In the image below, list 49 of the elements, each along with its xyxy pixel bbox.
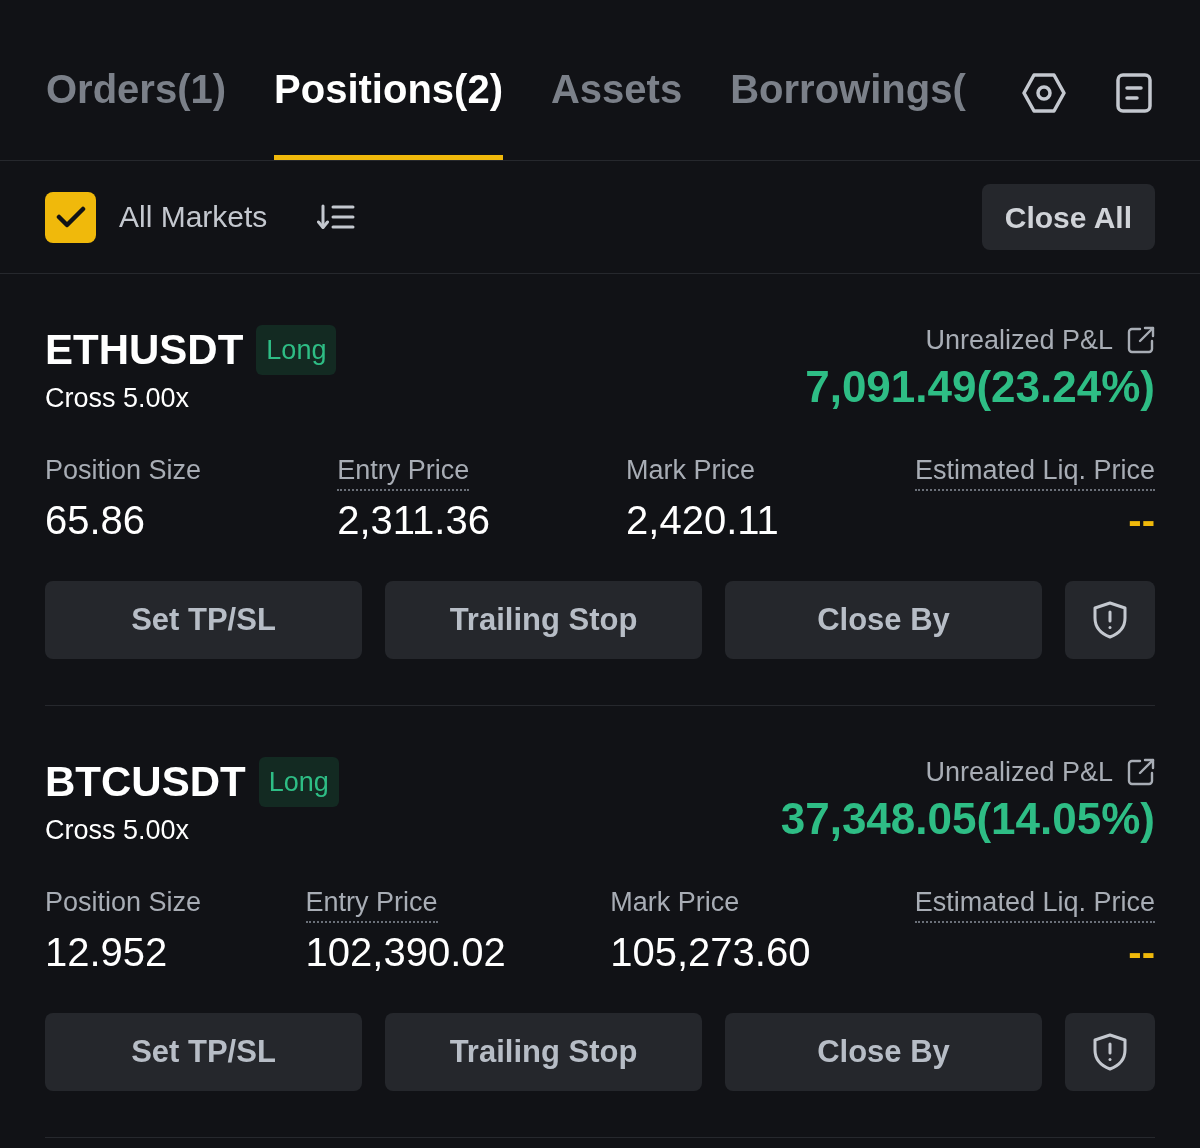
symbol: BTCUSDT: [45, 757, 246, 807]
checkbox[interactable]: [45, 191, 96, 243]
stat-label[interactable]: Entry Price: [305, 886, 438, 923]
shield-button[interactable]: [1065, 581, 1155, 659]
shield-button[interactable]: [1065, 1013, 1155, 1091]
pnl-value: 37,348.05(14.05%): [780, 794, 1155, 844]
stat-label: Position Size: [45, 886, 202, 919]
pnl-label: Unrealized P&L: [925, 324, 1113, 356]
stat-label: Position Size: [45, 454, 202, 487]
action-button[interactable]: Set TP/SL: [45, 581, 362, 659]
stat-value: 12.952: [45, 929, 168, 975]
stat-value: 102,390.02: [305, 929, 506, 975]
stat-value: 65.86: [45, 497, 146, 543]
margin-mode: Cross 5.00x: [45, 382, 190, 414]
stat-label: Mark Price: [626, 454, 756, 487]
stat-label[interactable]: Estimated Liq. Price: [914, 454, 1155, 491]
side-badge: Long: [258, 757, 339, 807]
external-link-icon[interactable]: [1127, 758, 1155, 786]
all-markets-label[interactable]: All Markets: [119, 199, 268, 235]
tab[interactable]: Assets: [550, 0, 683, 160]
shield-alert-icon: [1092, 1033, 1128, 1071]
stat-value: 2,420.11: [626, 497, 779, 543]
close-all-button[interactable]: Close All: [981, 184, 1155, 250]
stat-label[interactable]: Estimated Liq. Price: [914, 886, 1155, 923]
stat-value: --: [1128, 929, 1155, 975]
action-button[interactable]: Close By: [725, 581, 1042, 659]
shield-alert-icon: [1092, 601, 1128, 639]
symbol: ETHUSDT: [45, 325, 244, 375]
action-button[interactable]: Trailing Stop: [385, 581, 702, 659]
tab[interactable]: Borrowings(: [730, 0, 966, 160]
tab[interactable]: Positions(2): [274, 0, 503, 160]
document-icon[interactable]: [1116, 73, 1152, 113]
external-link-icon[interactable]: [1127, 326, 1155, 354]
stat-value: 105,273.60: [610, 929, 811, 975]
stat-label: Mark Price: [610, 886, 740, 919]
action-button[interactable]: Close By: [725, 1013, 1042, 1091]
side-badge: Long: [256, 325, 337, 375]
tab[interactable]: Orders(1): [46, 0, 227, 160]
action-button[interactable]: Set TP/SL: [45, 1013, 362, 1091]
stat-label[interactable]: Entry Price: [337, 454, 470, 491]
margin-mode: Cross 5.00x: [45, 814, 190, 846]
check-icon: [55, 206, 86, 228]
pnl-label: Unrealized P&L: [925, 756, 1113, 788]
sort-icon[interactable]: [317, 204, 356, 230]
stat-value: 2,311.36: [337, 497, 490, 543]
stat-value: --: [1128, 497, 1155, 543]
action-button[interactable]: Trailing Stop: [385, 1013, 702, 1091]
hexagon-settings-icon[interactable]: [1022, 73, 1066, 113]
pnl-value: 7,091.49(23.24%): [805, 362, 1155, 412]
